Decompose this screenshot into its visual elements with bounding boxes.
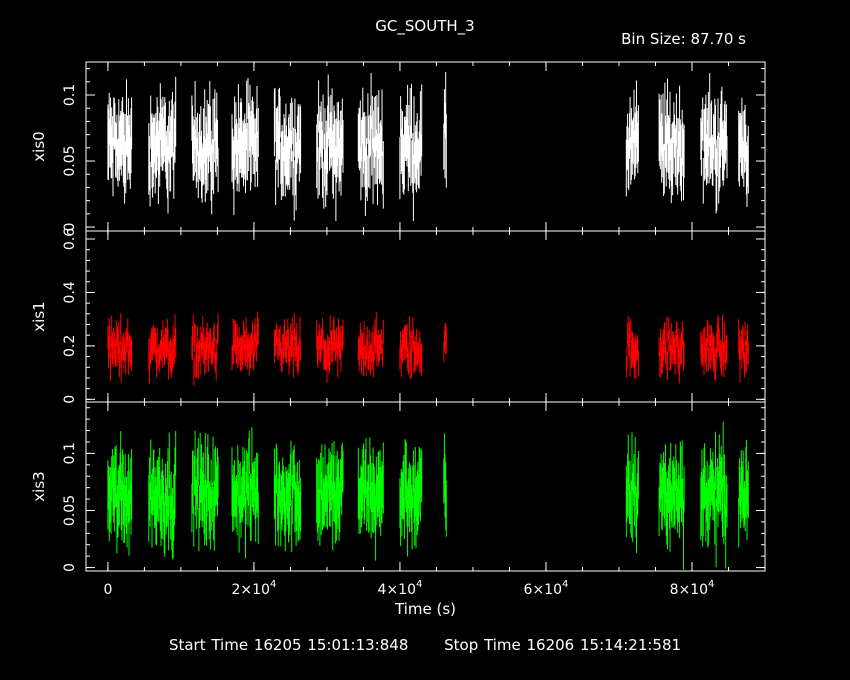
x-tick-label: 4×104 <box>378 579 423 598</box>
y-tick-label: 0.4 <box>62 281 78 303</box>
panel-frame <box>85 230 766 403</box>
start-time-label: Start Time 16205 15:01:13:848 <box>168 636 409 654</box>
panel-xis0: 00.050.1xis0 <box>30 61 766 232</box>
panel-xis1: 0 0.2 0.4 0.6 xis1 <box>30 228 766 404</box>
x-tick-label: 2×104 <box>232 579 277 598</box>
panel-xis3: 0 0.05 0.1 xis3 <box>30 401 766 572</box>
y-axis-label: xis0 <box>30 131 48 161</box>
y-tick-label: 0.6 <box>62 228 78 250</box>
x-axis-label: Time (s) <box>394 600 456 618</box>
y-tick-label: 0.2 <box>62 335 78 357</box>
x-tick-label: 6×104 <box>524 579 569 598</box>
data-xis1 <box>107 311 749 386</box>
light-curve-chart: 00.050.1xis000.20.40.6xis100.050.1xis30 2… <box>30 61 766 618</box>
x-tick-label: 8×104 <box>670 579 715 598</box>
y-axis-label: xis3 <box>30 471 48 501</box>
y-tick-label: 0 <box>62 395 78 404</box>
x-tick-label: 0 <box>103 582 112 598</box>
stop-time-label: Stop Time 16206 15:14:21:581 <box>444 636 682 654</box>
data-xis3 <box>107 421 749 570</box>
y-tick-label: 0.05 <box>62 495 78 526</box>
data-xis0 <box>107 72 749 222</box>
y-tick-label: 0 <box>62 563 78 572</box>
time-range-footer: Start Time 16205 15:01:13:848 Stop Time … <box>0 636 850 654</box>
y-tick-label: 0.1 <box>62 84 78 106</box>
y-tick-label: 0.05 <box>62 145 78 176</box>
y-tick-label: 0.1 <box>62 442 78 464</box>
y-axis-label: xis1 <box>30 301 48 331</box>
